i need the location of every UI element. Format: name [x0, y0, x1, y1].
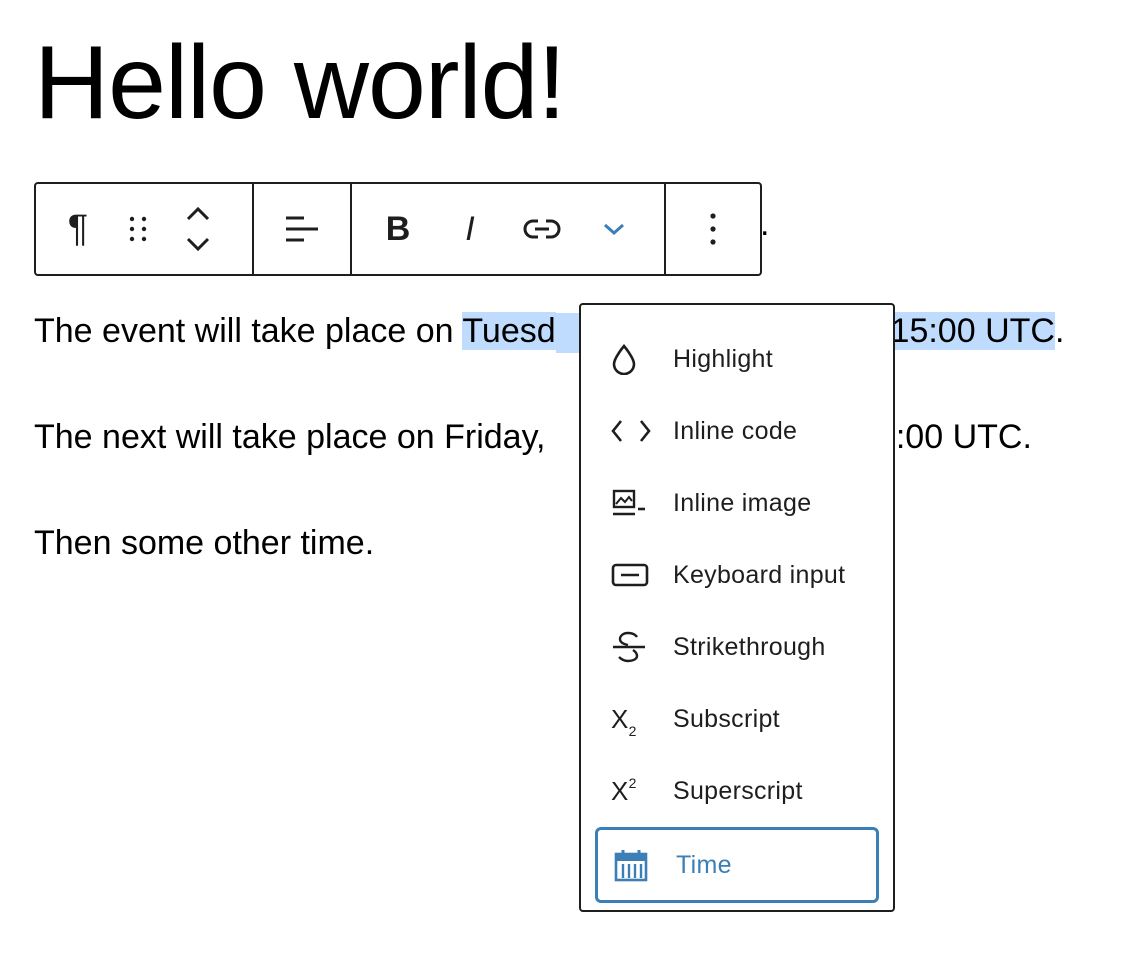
subscript-icon: X2	[611, 701, 655, 739]
superscript-glyph: X	[611, 775, 629, 806]
link-icon	[523, 219, 561, 239]
subscript-small: 2	[628, 722, 637, 739]
drag-handle-button[interactable]	[108, 199, 168, 259]
menu-item-label: Subscript	[673, 704, 780, 733]
paragraph-end: .	[1054, 312, 1065, 350]
paragraph-tail: 7:00 UTC.	[876, 418, 1032, 456]
superscript-icon: X2	[611, 773, 655, 809]
chevron-up-down-icon	[186, 206, 210, 252]
options-button[interactable]	[683, 199, 743, 259]
menu-item-label: Highlight	[673, 344, 773, 373]
menu-item-inline-code[interactable]: Inline code	[581, 395, 893, 467]
more-vertical-icon	[710, 213, 716, 245]
image-icon	[611, 485, 655, 521]
paragraph-1[interactable]: The event will take place on Tuesd t 15:0…	[34, 302, 1064, 360]
move-up-down-button[interactable]	[168, 199, 228, 259]
paragraph-icon: ¶	[67, 207, 89, 250]
menu-item-label: Time	[676, 850, 732, 879]
align-group	[254, 184, 352, 274]
chevron-down-icon	[604, 223, 624, 236]
bold-icon: B	[385, 209, 411, 248]
link-button[interactable]	[512, 199, 572, 259]
align-button[interactable]	[272, 199, 332, 259]
calendar-icon	[614, 847, 658, 883]
paragraph-3[interactable]: Then some other time.	[34, 514, 374, 572]
selected-text-tail: t 15:00 UTC	[871, 312, 1055, 350]
paragraph-block-button[interactable]: ¶	[48, 199, 108, 259]
menu-item-superscript[interactable]: X2 Superscript	[581, 755, 893, 827]
hidden-text-fragment: .	[760, 205, 770, 243]
post-title[interactable]: Hello world!	[34, 18, 566, 148]
paragraph-text: The event will take place on	[34, 312, 463, 350]
block-controls-group: ¶	[36, 184, 254, 274]
menu-item-label: Inline image	[673, 488, 812, 517]
drag-handle-icon	[129, 216, 147, 242]
superscript-small: 2	[628, 774, 637, 791]
menu-item-label: Strikethrough	[673, 632, 826, 661]
strikethrough-icon	[611, 629, 655, 665]
block-toolbar: ¶ B I	[34, 182, 762, 276]
bold-button[interactable]: B	[368, 199, 428, 259]
selected-text: Tuesd	[462, 312, 556, 350]
format-group: B I	[352, 184, 666, 274]
italic-icon: I	[465, 209, 475, 248]
menu-item-label: Keyboard input	[673, 560, 846, 589]
format-dropdown-menu: Highlight Inline code Inline image Keybo…	[579, 303, 895, 912]
code-icon	[611, 413, 655, 449]
more-formats-button[interactable]	[584, 199, 644, 259]
italic-button[interactable]: I	[440, 199, 500, 259]
keyboard-icon	[611, 557, 655, 593]
menu-item-label: Superscript	[673, 776, 803, 805]
menu-item-keyboard-input[interactable]: Keyboard input	[581, 539, 893, 611]
subscript-glyph: X	[611, 703, 629, 734]
align-left-icon	[286, 216, 318, 242]
droplet-icon	[611, 341, 655, 377]
menu-item-label: Inline code	[673, 416, 798, 445]
menu-item-subscript[interactable]: X2 Subscript	[581, 683, 893, 755]
menu-item-inline-image[interactable]: Inline image	[581, 467, 893, 539]
menu-item-time[interactable]: Time	[595, 827, 879, 903]
menu-item-strikethrough[interactable]: Strikethrough	[581, 611, 893, 683]
menu-item-highlight[interactable]: Highlight	[581, 323, 893, 395]
options-group	[666, 184, 760, 274]
paragraph-text: The next will take place on Friday,	[34, 418, 555, 456]
